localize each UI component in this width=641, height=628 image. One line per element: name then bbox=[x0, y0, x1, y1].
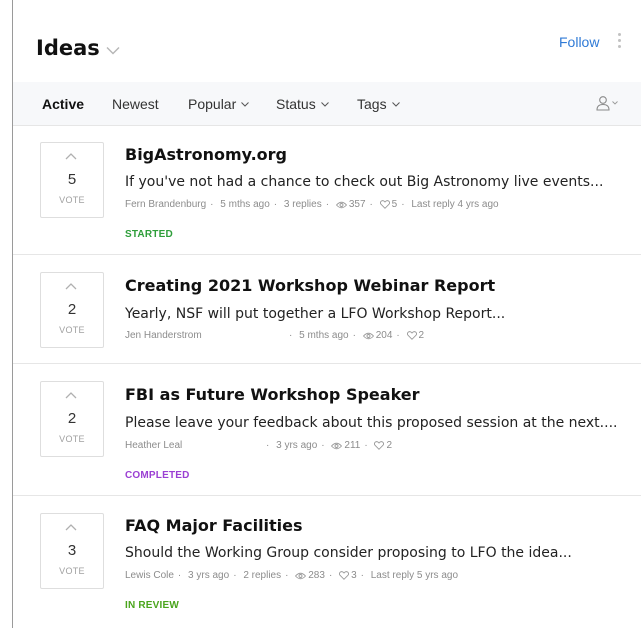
post-age: 5 mths ago bbox=[220, 199, 270, 210]
chevron-down-icon bbox=[391, 101, 400, 107]
status-badge: STARTED bbox=[125, 229, 173, 240]
heart-icon bbox=[374, 441, 385, 450]
vote-label: VOTE bbox=[59, 325, 85, 335]
reply-count: 3 replies bbox=[283, 199, 322, 210]
vote-button[interactable]: 5 VOTE bbox=[40, 142, 104, 218]
vote-button[interactable]: 3 VOTE bbox=[40, 513, 104, 589]
author-link[interactable]: Fern Brandenburg bbox=[125, 199, 206, 210]
page-header: Ideas Follow bbox=[13, 0, 641, 82]
idea-meta: Heather Leal · 3 yrs ago · 211 · 2 bbox=[125, 440, 393, 451]
vote-count: 2 bbox=[67, 301, 77, 318]
tab-popular[interactable]: Popular bbox=[188, 96, 250, 112]
vote-button[interactable]: 2 VOTE bbox=[40, 272, 104, 348]
vote-count: 2 bbox=[67, 410, 77, 427]
last-reply: Last reply 5 yrs ago bbox=[370, 570, 459, 581]
chevron-down-icon bbox=[106, 46, 120, 54]
user-filter-button[interactable] bbox=[596, 95, 618, 111]
vote-label: VOTE bbox=[59, 566, 85, 576]
page-title: Ideas bbox=[36, 36, 100, 60]
like-count: 2 bbox=[386, 440, 393, 451]
post-age: 3 yrs ago bbox=[276, 440, 318, 451]
follow-button[interactable]: Follow bbox=[559, 34, 599, 50]
vote-label: VOTE bbox=[59, 195, 85, 205]
page-title-dropdown[interactable]: Ideas bbox=[36, 36, 120, 60]
chevron-down-icon bbox=[241, 101, 250, 107]
tab-active[interactable]: Active bbox=[42, 96, 84, 112]
heart-icon bbox=[406, 331, 417, 340]
reply-count: 2 replies bbox=[243, 570, 282, 581]
idea-excerpt: If you've not had a chance to check out … bbox=[125, 174, 604, 190]
chevron-up-icon bbox=[65, 392, 77, 399]
idea-meta: Fern Brandenburg · 5 mths ago · 3 replies ·… bbox=[125, 199, 499, 210]
tab-tags[interactable]: Tags bbox=[357, 96, 400, 112]
chevron-up-icon bbox=[65, 153, 77, 160]
status-badge: COMPLETED bbox=[125, 470, 190, 481]
eye-icon bbox=[362, 332, 374, 340]
chevron-up-icon bbox=[65, 524, 77, 531]
ideas-panel: Ideas Follow Active Newest Popular Statu… bbox=[12, 0, 641, 628]
like-count: 3 bbox=[351, 570, 357, 581]
view-count: 357 bbox=[348, 199, 366, 210]
idea-title-link[interactable]: Creating 2021 Workshop Webinar Report bbox=[125, 276, 495, 295]
author-link[interactable]: Heather Leal bbox=[125, 440, 262, 451]
vote-label: VOTE bbox=[59, 434, 85, 444]
status-badge: IN REVIEW bbox=[125, 600, 180, 611]
idea-row: 2 VOTE FBI as Future Workshop Speaker Pl… bbox=[13, 364, 641, 496]
view-count: 211 bbox=[344, 440, 361, 451]
heart-icon bbox=[379, 200, 390, 209]
like-count: 5 bbox=[391, 199, 398, 210]
idea-excerpt: Should the Working Group consider propos… bbox=[125, 545, 572, 561]
vote-button[interactable]: 2 VOTE bbox=[40, 381, 104, 457]
idea-title-link[interactable]: FAQ Major Facilities bbox=[125, 516, 303, 535]
like-count: 2 bbox=[418, 330, 425, 341]
eye-icon bbox=[335, 201, 347, 209]
idea-row: 3 VOTE FAQ Major Facilities Should the W… bbox=[13, 496, 641, 628]
idea-row: 5 VOTE BigAstronomy.org If you've not ha… bbox=[13, 125, 641, 255]
post-age: 3 yrs ago bbox=[188, 570, 230, 581]
idea-excerpt: Please leave your feedback about this pr… bbox=[125, 415, 618, 431]
filter-tabs: Active Newest Popular Status Tags bbox=[13, 82, 641, 126]
vote-count: 3 bbox=[67, 542, 77, 559]
tab-newest[interactable]: Newest bbox=[112, 96, 159, 112]
chevron-up-icon bbox=[65, 283, 77, 290]
vote-count: 5 bbox=[67, 171, 77, 188]
author-link[interactable]: Lewis Cole bbox=[125, 570, 174, 581]
idea-meta: Lewis Cole · 3 yrs ago · 2 replies · 283 · 3… bbox=[125, 570, 459, 581]
tab-status[interactable]: Status bbox=[276, 96, 329, 112]
idea-title-link[interactable]: BigAstronomy.org bbox=[125, 145, 287, 164]
user-icon bbox=[596, 96, 610, 111]
idea-meta: Jen Handerstrom · 5 mths ago · 204 · 2 bbox=[125, 330, 425, 341]
eye-icon bbox=[295, 572, 307, 580]
chevron-down-icon bbox=[320, 101, 329, 107]
more-options-icon[interactable] bbox=[616, 33, 622, 51]
last-reply: Last reply 4 yrs ago bbox=[411, 199, 499, 210]
idea-excerpt: Yearly, NSF will put together a LFO Work… bbox=[125, 306, 506, 322]
idea-title-link[interactable]: FBI as Future Workshop Speaker bbox=[125, 385, 420, 404]
idea-row: 2 VOTE Creating 2021 Workshop Webinar Re… bbox=[13, 255, 641, 364]
author-link[interactable]: Jen Handerstrom bbox=[125, 330, 285, 341]
chevron-down-icon bbox=[612, 101, 618, 105]
view-count: 283 bbox=[308, 570, 325, 581]
heart-icon bbox=[339, 571, 350, 580]
view-count: 204 bbox=[375, 330, 393, 341]
post-age: 5 mths ago bbox=[299, 330, 349, 341]
eye-icon bbox=[331, 442, 343, 450]
